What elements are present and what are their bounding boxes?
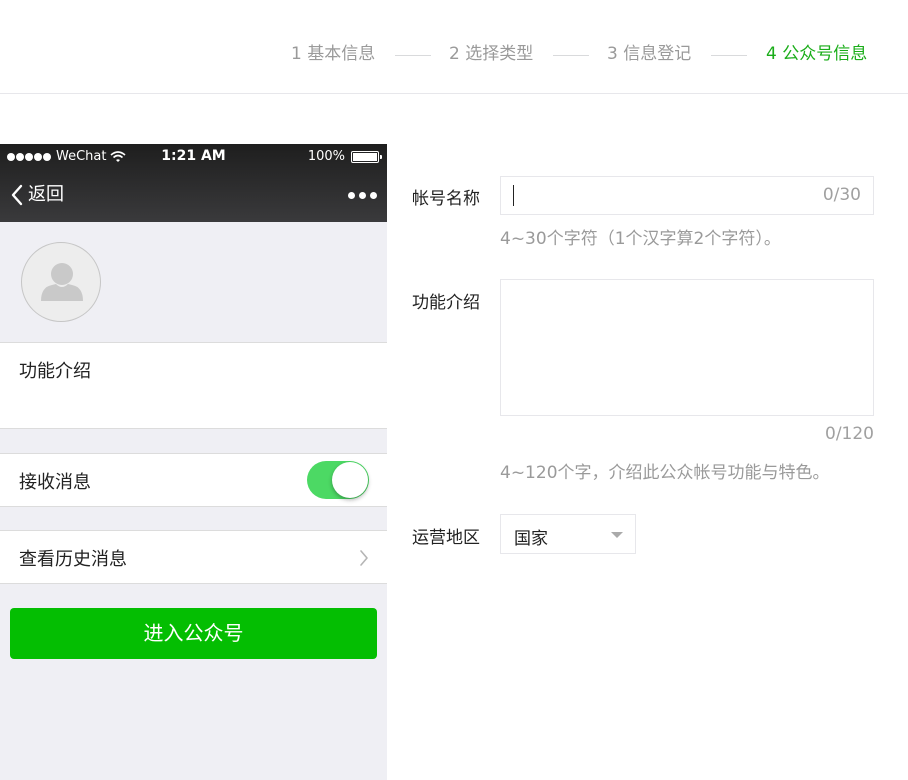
account-name-hint: 4~30个字符（1个汉字算2个字符）。 [500, 229, 781, 249]
battery-percent: 100% [307, 149, 345, 164]
phone-header: WeChat 1:21 AM 100% 返回 [0, 144, 387, 222]
chevron-left-icon [11, 184, 23, 206]
intro-counter: 0/120 [825, 424, 874, 444]
step-basic-info: 1 基本信息 [291, 44, 376, 64]
registration-page: 1 基本信息 2 选择类型 3 信息登记 4 公众号信息 WeChat 1:21… [0, 0, 908, 780]
account-name-input[interactable]: 0/30 [500, 176, 874, 215]
chevron-right-icon [360, 550, 368, 566]
phone-preview: WeChat 1:21 AM 100% 返回 功能介绍 接收消息 查看历史消息 … [0, 144, 387, 780]
account-name-label: 帐号名称 [412, 189, 480, 209]
step-divider [553, 55, 589, 56]
toggle-knob [332, 462, 368, 498]
intro-textarea[interactable] [500, 279, 874, 416]
history-messages-cell[interactable]: 查看历史消息 [0, 530, 387, 584]
intro-field-label: 功能介绍 [412, 293, 480, 313]
receive-messages-label: 接收消息 [19, 472, 91, 493]
receive-messages-toggle[interactable] [307, 461, 369, 499]
region-select[interactable]: 国家 [500, 514, 636, 554]
avatar-placeholder-icon [21, 242, 101, 322]
region-label: 运营地区 [412, 528, 480, 548]
step-select-type: 2 选择类型 [449, 44, 534, 64]
chevron-down-icon [611, 532, 623, 538]
account-name-counter: 0/30 [822, 185, 861, 205]
step-indicator: 1 基本信息 2 选择类型 3 信息登记 4 公众号信息 [0, 0, 908, 94]
intro-hint: 4~120个字，介绍此公众帐号功能与特色。 [500, 463, 830, 483]
region-selected-value: 国家 [514, 529, 548, 549]
more-dots-icon[interactable] [348, 192, 377, 199]
battery-icon [351, 151, 382, 163]
step-divider [395, 55, 431, 56]
back-label: 返回 [28, 184, 64, 205]
status-bar: WeChat 1:21 AM 100% [0, 144, 387, 170]
step-account-info: 4 公众号信息 [766, 44, 868, 64]
enter-account-button[interactable]: 进入公众号 [10, 608, 377, 659]
text-caret [513, 185, 514, 206]
back-button[interactable]: 返回 [10, 182, 64, 208]
nav-bar: 返回 [0, 170, 387, 222]
step-divider [711, 55, 747, 56]
intro-label: 功能介绍 [19, 361, 91, 382]
step-info-registration: 3 信息登记 [607, 44, 692, 64]
receive-messages-cell: 接收消息 [0, 453, 387, 507]
intro-cell: 功能介绍 [0, 342, 387, 429]
history-messages-label: 查看历史消息 [19, 549, 127, 570]
